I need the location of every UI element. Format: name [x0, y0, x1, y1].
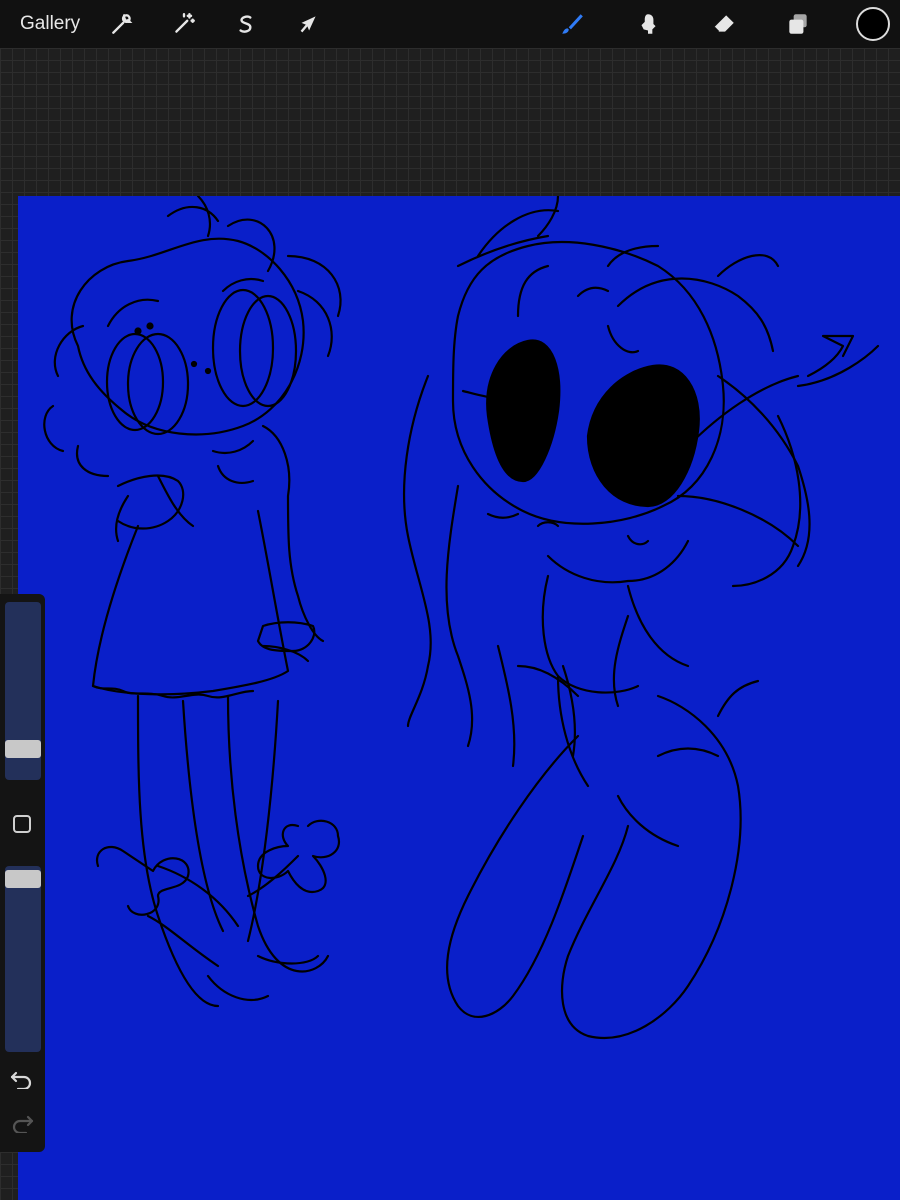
smudge-icon[interactable] [632, 8, 664, 40]
selection-icon[interactable] [230, 8, 262, 40]
right-character-sketch [403, 196, 880, 1039]
left-character-sketch [43, 196, 342, 1008]
undo-icon[interactable] [8, 1066, 36, 1092]
transform-arrow-icon[interactable] [292, 8, 324, 40]
redo-icon[interactable] [8, 1110, 36, 1136]
eraser-icon[interactable] [708, 8, 740, 40]
sketch-artwork [43, 196, 880, 1039]
gallery-button[interactable]: Gallery [20, 12, 80, 36]
side-panel [0, 594, 45, 1152]
drawing-canvas[interactable] [18, 196, 900, 1200]
magic-wand-icon[interactable] [168, 8, 200, 40]
opacity-handle[interactable] [5, 870, 41, 888]
modify-square-icon[interactable] [13, 815, 31, 833]
brush-size-handle[interactable] [5, 740, 41, 758]
color-picker-swatch[interactable] [856, 7, 890, 41]
opacity-slider[interactable] [5, 866, 41, 1052]
wrench-icon[interactable] [106, 8, 138, 40]
top-toolbar: Gallery [0, 0, 900, 48]
layers-icon[interactable] [782, 8, 814, 40]
brush-icon[interactable] [556, 8, 588, 40]
brush-size-slider[interactable] [5, 602, 41, 780]
